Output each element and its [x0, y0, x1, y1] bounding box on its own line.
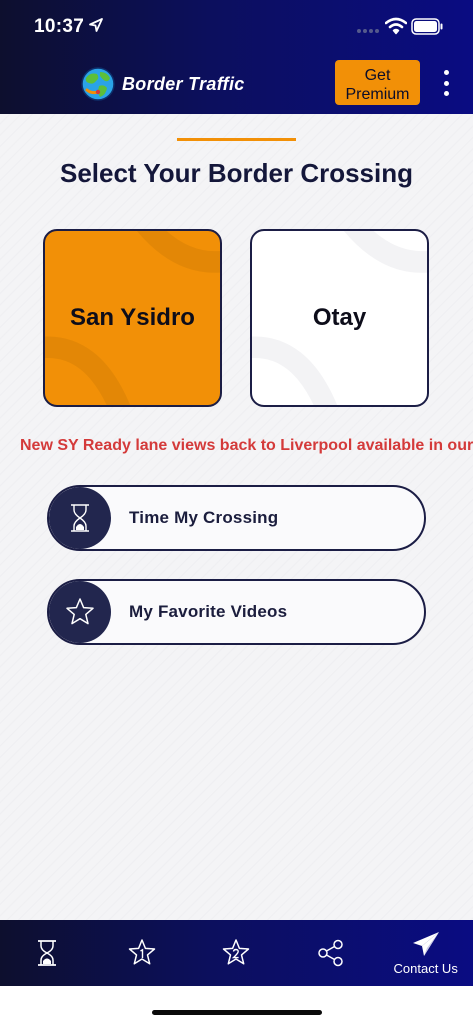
tab-favorite-one[interactable]	[95, 920, 190, 986]
news-ticker[interactable]: New SY Ready lane views back to Liverpoo…	[20, 437, 473, 455]
share-icon	[318, 939, 343, 967]
home-indicator[interactable]	[152, 1010, 322, 1015]
hourglass-icon	[71, 504, 89, 532]
my-favorite-videos-button[interactable]: My Favorite Videos	[47, 579, 426, 645]
title-accent-line	[177, 138, 296, 141]
tab-share[interactable]	[284, 920, 379, 986]
paper-plane-icon	[412, 932, 439, 956]
tab-contact-us[interactable]: Contact Us	[378, 920, 473, 986]
get-premium-button[interactable]: Get Premium	[335, 60, 420, 105]
tab-label: Contact Us	[393, 961, 458, 976]
kebab-menu-icon[interactable]	[436, 68, 456, 98]
main-content: Select Your Border Crossing San Ysidro O…	[0, 114, 473, 920]
crossing-card-san-ysidro[interactable]: San Ysidro	[43, 229, 222, 407]
globe-logo-icon	[81, 67, 115, 101]
home-indicator-area	[0, 986, 473, 1024]
status-bar: 10:37	[0, 0, 473, 56]
action-label: My Favorite Videos	[129, 602, 288, 621]
app-brand: Border Traffic	[80, 64, 245, 104]
tab-favorite-two[interactable]	[189, 920, 284, 986]
status-time: 10:37	[34, 16, 85, 37]
crossing-card-otay[interactable]: Otay	[250, 229, 429, 407]
star-one-icon	[128, 939, 156, 965]
app-header: 10:37 Border Traffic Get Premium	[0, 0, 473, 114]
hourglass-icon	[38, 940, 57, 966]
crossing-label: San Ysidro	[70, 304, 195, 331]
bottom-tab-bar: Contact Us	[0, 920, 473, 986]
battery-icon	[411, 18, 443, 35]
wifi-icon	[385, 17, 407, 35]
crossing-label: Otay	[312, 304, 367, 331]
page-title: Select Your Border Crossing	[59, 158, 414, 188]
star-two-icon	[223, 939, 250, 965]
time-my-crossing-button[interactable]: Time My Crossing	[47, 485, 426, 551]
cellular-signal-icon	[357, 29, 379, 33]
action-label: Time My Crossing	[129, 508, 279, 527]
location-arrow-icon	[89, 18, 103, 32]
star-icon	[66, 598, 94, 625]
tab-timer[interactable]	[0, 920, 95, 986]
action-icon-circle	[49, 581, 111, 643]
action-icon-circle	[49, 487, 111, 549]
app-title: Border Traffic	[122, 73, 245, 94]
